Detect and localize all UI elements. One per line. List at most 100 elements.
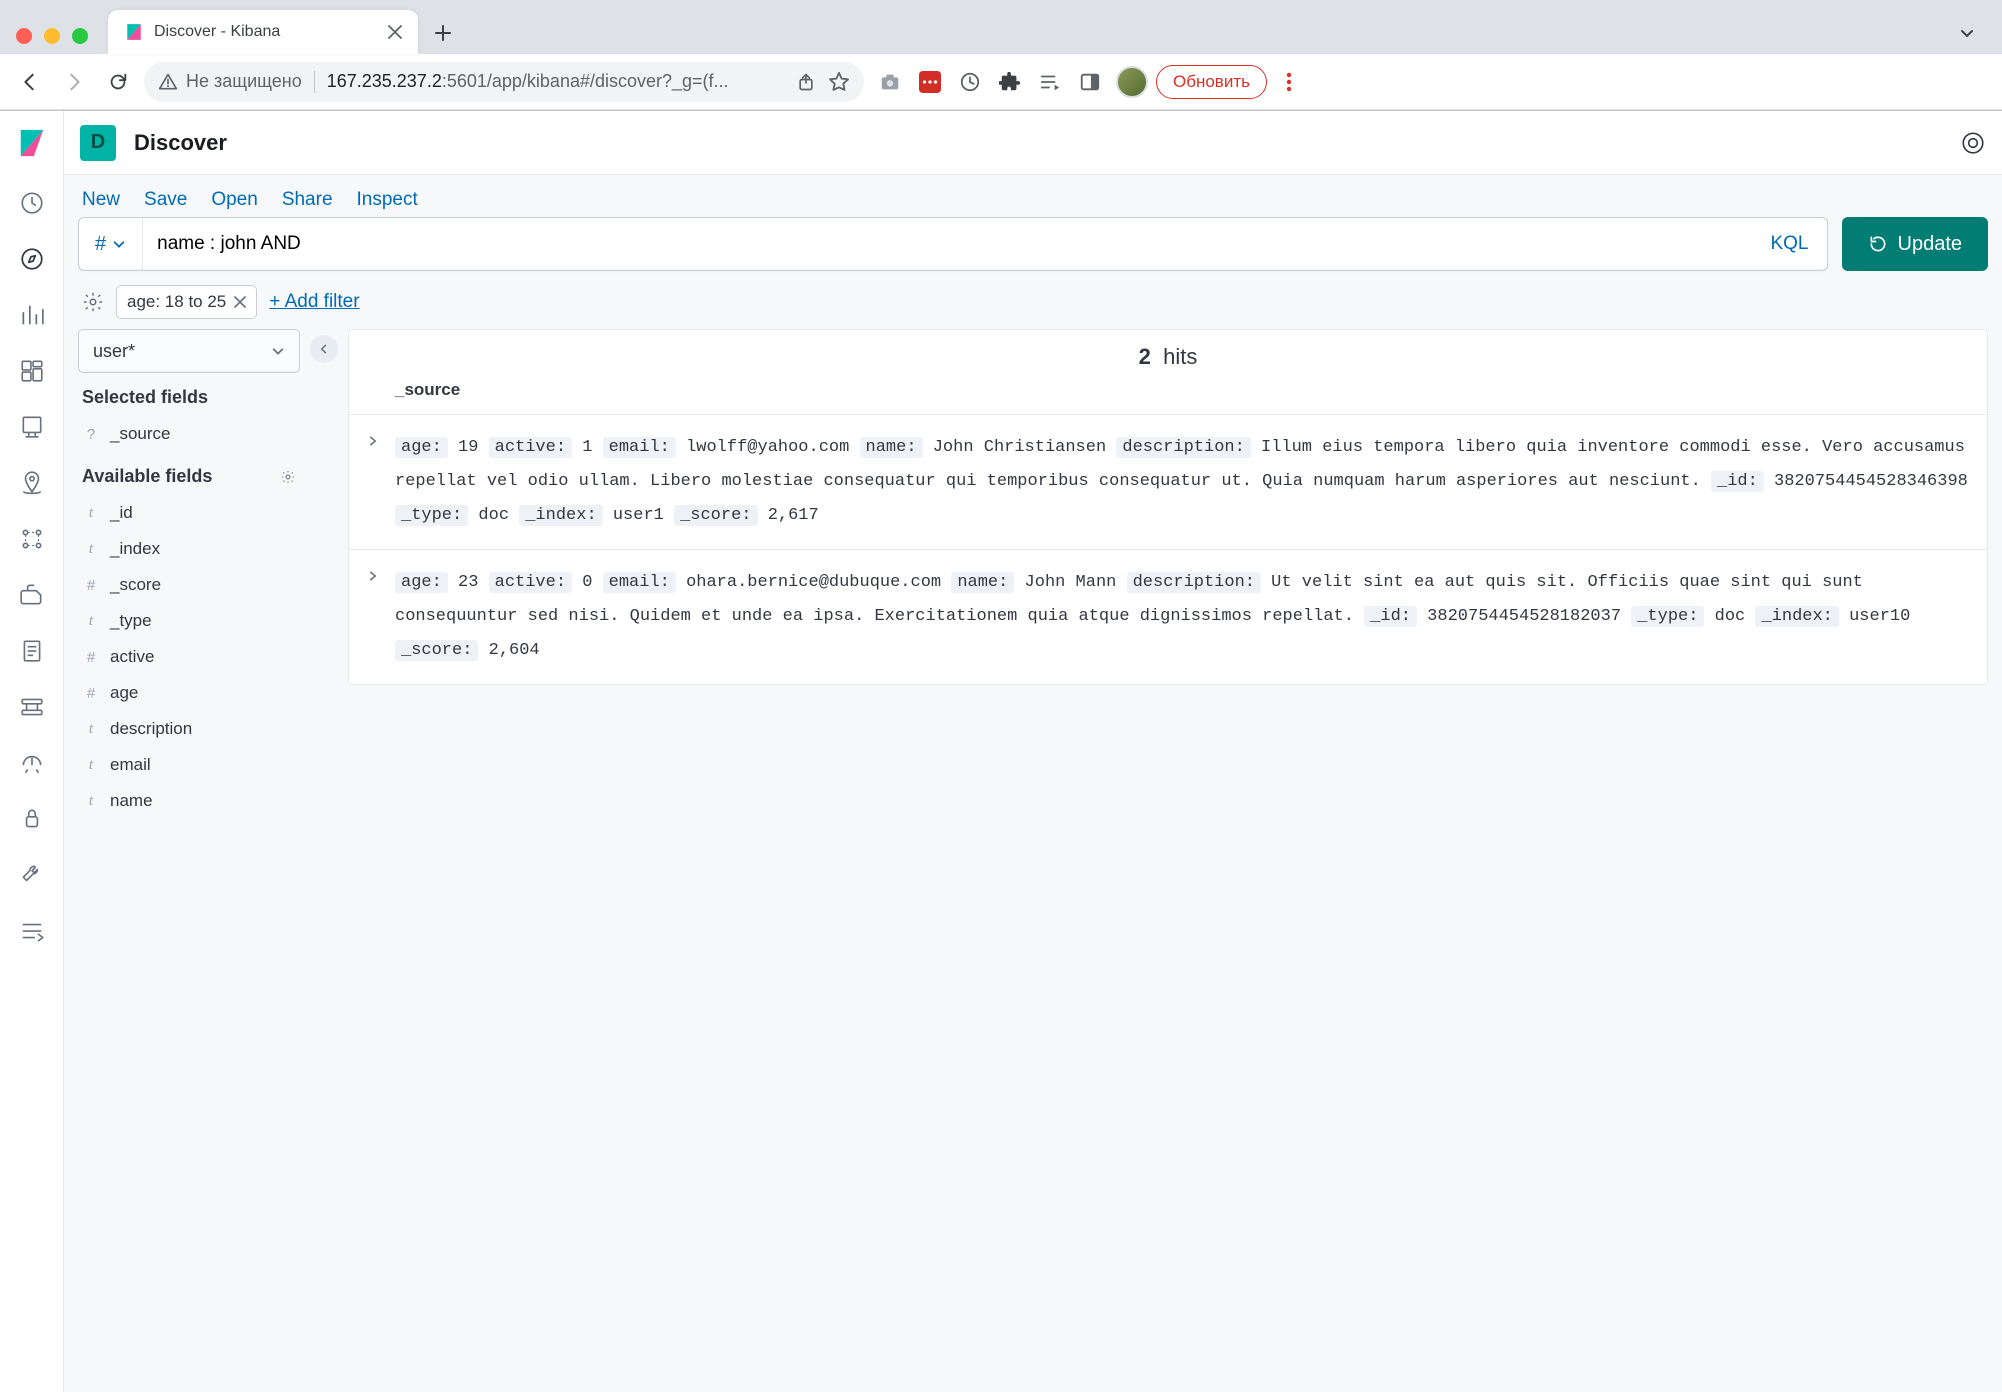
field-key: _id: xyxy=(1711,471,1764,492)
field-item[interactable]: email xyxy=(78,747,300,783)
collapse-sidebar-button[interactable] xyxy=(310,335,338,363)
browser-tab[interactable]: Discover - Kibana xyxy=(108,10,418,54)
window-close-button[interactable] xyxy=(16,28,32,44)
sidenav-ml-icon[interactable] xyxy=(0,511,64,567)
sidenav-discover-icon[interactable] xyxy=(0,231,64,287)
field-item[interactable]: _type xyxy=(78,603,300,639)
header-target-icon[interactable] xyxy=(1960,130,1986,156)
field-key: name: xyxy=(860,437,923,458)
tabs-menu-button[interactable] xyxy=(1950,16,1984,50)
fields-settings-icon[interactable] xyxy=(280,469,296,485)
sidenav-apm-icon[interactable] xyxy=(0,679,64,735)
chrome-update-button[interactable]: Обновить xyxy=(1156,65,1267,99)
fields-panel: user* Selected fields _source Available … xyxy=(78,329,300,819)
share-icon[interactable] xyxy=(796,72,816,92)
add-filter-button[interactable]: + Add filter xyxy=(269,291,359,313)
doc-source: age: 23 active: 0 email: ohara.bernice@d… xyxy=(395,566,1969,668)
field-name: _type xyxy=(110,611,152,631)
panel-extension-icon[interactable] xyxy=(1078,70,1102,94)
window-minimize-button[interactable] xyxy=(44,28,60,44)
address-bar[interactable]: Не защищено 167.235.237.2:5601/app/kiban… xyxy=(144,62,864,102)
playlist-extension-icon[interactable] xyxy=(1038,70,1062,94)
selected-fields-heading: Selected fields xyxy=(78,373,300,416)
camera-icon[interactable] xyxy=(878,70,902,94)
top-menu: New Save Open Share Inspect xyxy=(64,175,2002,217)
tab-close-icon[interactable] xyxy=(388,25,402,39)
window-maximize-button[interactable] xyxy=(72,28,88,44)
field-item[interactable]: _source xyxy=(78,416,300,452)
sidenav-dashboard-icon[interactable] xyxy=(0,343,64,399)
nav-back-button[interactable] xyxy=(12,64,48,100)
sidenav-collapse-icon[interactable] xyxy=(0,903,64,959)
expand-doc-button[interactable] xyxy=(367,566,385,668)
filter-pill-label: age: 18 to 25 xyxy=(127,292,226,312)
nav-reload-button[interactable] xyxy=(100,64,136,100)
field-key: _score: xyxy=(395,640,478,661)
sidenav-siem-icon[interactable] xyxy=(0,791,64,847)
menu-save[interactable]: Save xyxy=(144,189,187,211)
field-type-icon xyxy=(82,540,100,558)
filter-row: age: 18 to 25 + Add filter xyxy=(64,281,2002,329)
browser-menu-button[interactable] xyxy=(1275,72,1303,92)
doc-row: age: 23 active: 0 email: ohara.bernice@d… xyxy=(349,550,1987,684)
field-name: name xyxy=(110,791,153,811)
menu-new[interactable]: New xyxy=(82,189,120,211)
field-item[interactable]: active xyxy=(78,639,300,675)
hash-icon: # xyxy=(95,233,106,256)
field-key: description: xyxy=(1127,572,1261,593)
menu-inspect[interactable]: Inspect xyxy=(357,189,418,211)
menu-share[interactable]: Share xyxy=(282,189,333,211)
field-type-icon xyxy=(82,426,100,443)
sidenav-devtools-icon[interactable] xyxy=(0,847,64,903)
expand-doc-button[interactable] xyxy=(367,431,385,533)
doc-row: age: 19 active: 1 email: lwolff@yahoo.co… xyxy=(349,415,1987,550)
field-item[interactable]: description xyxy=(78,711,300,747)
kibana-main: D Discover New Save Open Share Inspect # xyxy=(64,111,2002,1392)
field-key: active: xyxy=(489,572,572,593)
remove-filter-icon[interactable] xyxy=(234,296,246,308)
site-security-button[interactable]: Не защищено xyxy=(158,71,302,92)
window-controls xyxy=(12,28,100,54)
field-name: age xyxy=(110,683,138,703)
field-item[interactable]: age xyxy=(78,675,300,711)
sidenav-maps-icon[interactable] xyxy=(0,455,64,511)
sidenav-canvas-icon[interactable] xyxy=(0,399,64,455)
sidenav-visualize-icon[interactable] xyxy=(0,287,64,343)
query-input[interactable] xyxy=(143,233,1752,255)
kibana-sidenav xyxy=(0,111,64,1392)
filter-settings-icon[interactable] xyxy=(82,291,104,313)
update-button[interactable]: Update xyxy=(1842,217,1989,271)
clock-extension-icon[interactable] xyxy=(958,70,982,94)
menu-open[interactable]: Open xyxy=(211,189,257,211)
field-item[interactable]: _score xyxy=(78,567,300,603)
filter-pill[interactable]: age: 18 to 25 xyxy=(116,285,257,319)
field-item[interactable]: name xyxy=(78,783,300,819)
index-pattern-select[interactable]: user* xyxy=(78,329,300,373)
field-name: email xyxy=(110,755,151,775)
new-tab-button[interactable] xyxy=(426,16,460,50)
field-type-icon xyxy=(82,685,100,702)
star-icon[interactable] xyxy=(828,71,850,93)
browser-toolbar: Не защищено 167.235.237.2:5601/app/kiban… xyxy=(0,54,2002,110)
sidenav-uptime-icon[interactable] xyxy=(0,735,64,791)
field-name: _score xyxy=(110,575,161,595)
sidenav-recent-icon[interactable] xyxy=(0,175,64,231)
profile-avatar[interactable] xyxy=(1116,66,1148,98)
sidenav-infra-icon[interactable] xyxy=(0,567,64,623)
field-key: age: xyxy=(395,437,448,458)
sidenav-logs-icon[interactable] xyxy=(0,623,64,679)
query-language-toggle[interactable]: # xyxy=(79,218,143,270)
field-type-icon xyxy=(82,649,100,666)
field-key: email: xyxy=(603,572,676,593)
field-key: name: xyxy=(951,572,1014,593)
kibana-logo-icon[interactable] xyxy=(0,111,64,175)
extensions-puzzle-icon[interactable] xyxy=(998,70,1022,94)
query-row: # KQL Update xyxy=(64,217,2002,281)
field-item[interactable]: _id xyxy=(78,495,300,531)
field-item[interactable]: _index xyxy=(78,531,300,567)
nav-forward-button[interactable] xyxy=(56,64,92,100)
field-key: age: xyxy=(395,572,448,593)
kql-button[interactable]: KQL xyxy=(1752,233,1826,255)
lastpass-icon[interactable] xyxy=(918,70,942,94)
page-title: Discover xyxy=(134,130,227,156)
